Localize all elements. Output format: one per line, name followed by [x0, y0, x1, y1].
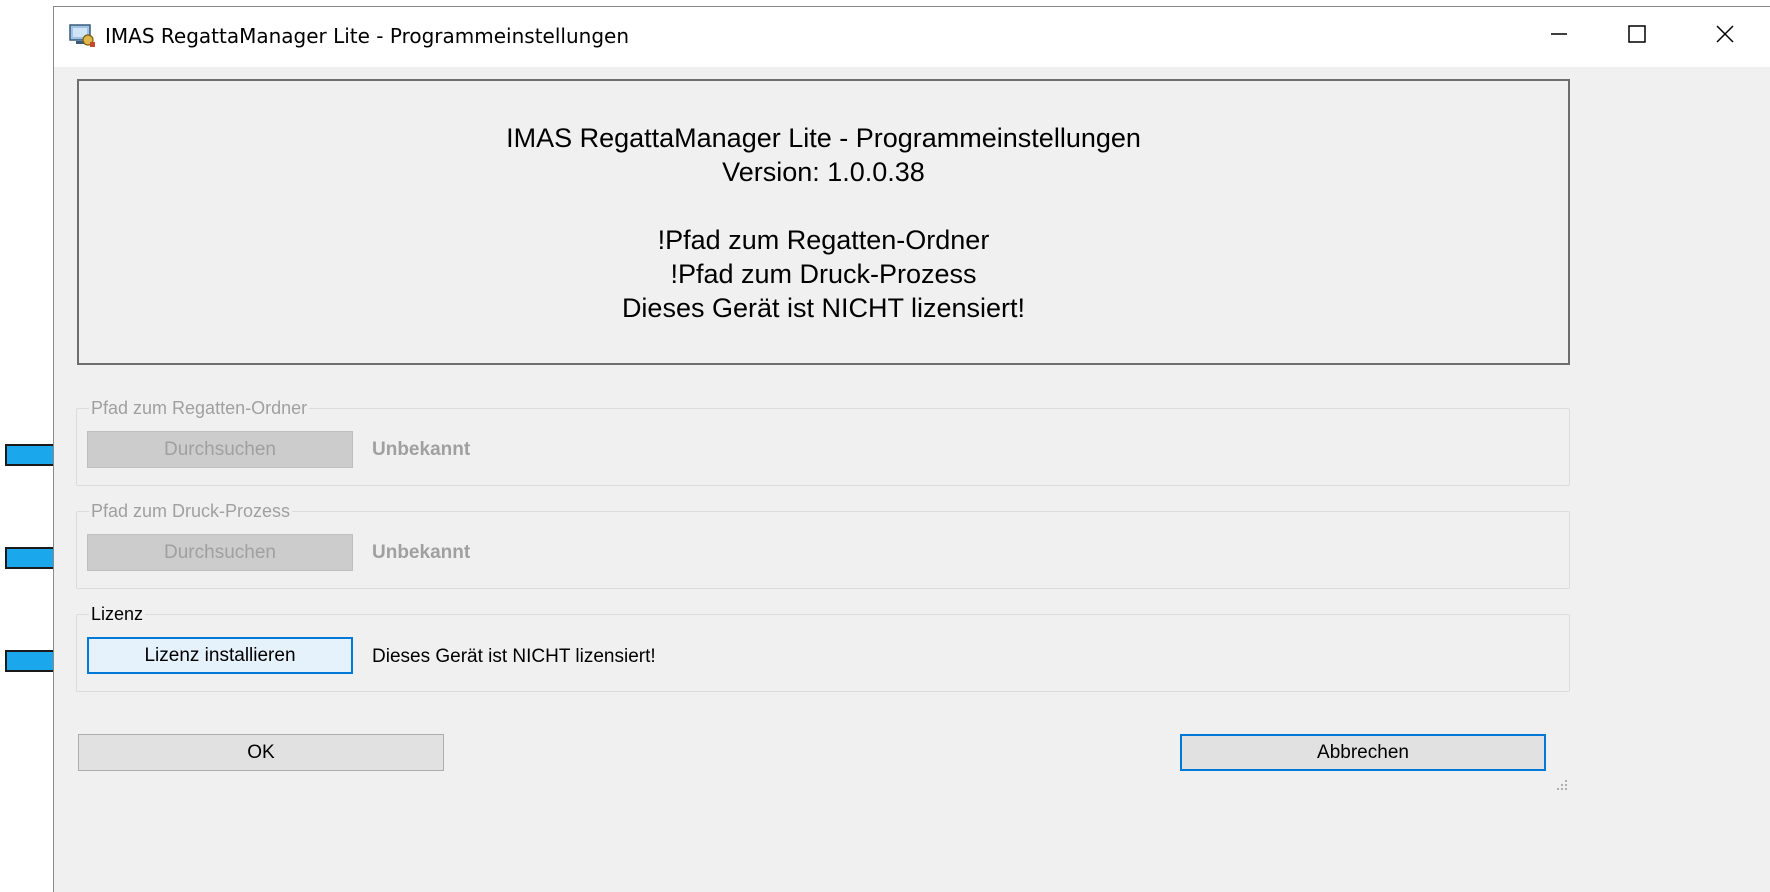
regatta-folder-status: Unbekannt	[372, 439, 471, 460]
ok-button[interactable]: OK	[78, 734, 444, 771]
window-title: IMAS RegattaManager Lite - Programmeinst…	[105, 24, 629, 48]
title-bar[interactable]: IMAS RegattaManager Lite - Programmeinst…	[54, 7, 1770, 67]
info-line-print-path: !Pfad zum Druck-Prozess	[670, 259, 977, 289]
minimize-icon[interactable]	[1521, 7, 1597, 63]
print-process-browse-button[interactable]: Durchsuchen	[87, 534, 353, 571]
maximize-icon[interactable]	[1599, 7, 1675, 63]
cancel-button[interactable]: Abbrechen	[1180, 734, 1546, 771]
close-icon[interactable]	[1687, 7, 1763, 63]
print-process-legend: Pfad zum Druck-Prozess	[91, 501, 291, 521]
install-license-button[interactable]: Lizenz installieren	[87, 637, 353, 674]
regatta-folder-legend: Pfad zum Regatten-Ordner	[91, 398, 308, 418]
info-line-spacer	[79, 189, 1568, 223]
info-panel: IMAS RegattaManager Lite - Programmeinst…	[77, 79, 1570, 365]
resize-grip-icon[interactable]	[1554, 777, 1568, 791]
info-line-license: Dieses Gerät ist NICHT lizensiert!	[621, 293, 1026, 323]
info-line-regatta-path: !Pfad zum Regatten-Ordner	[657, 225, 990, 255]
license-status: Dieses Gerät ist NICHT lizensiert!	[372, 646, 656, 667]
settings-dialog: IMAS RegattaManager Lite - Programmeinst…	[53, 6, 1770, 892]
app-icon	[69, 24, 95, 47]
regatta-folder-browse-button[interactable]: Durchsuchen	[87, 431, 353, 468]
print-process-status: Unbekannt	[372, 542, 471, 563]
license-legend: Lizenz	[91, 604, 144, 624]
info-line-title: IMAS RegattaManager Lite - Programmeinst…	[506, 123, 1141, 153]
info-line-version: Version: 1.0.0.38	[722, 157, 925, 187]
